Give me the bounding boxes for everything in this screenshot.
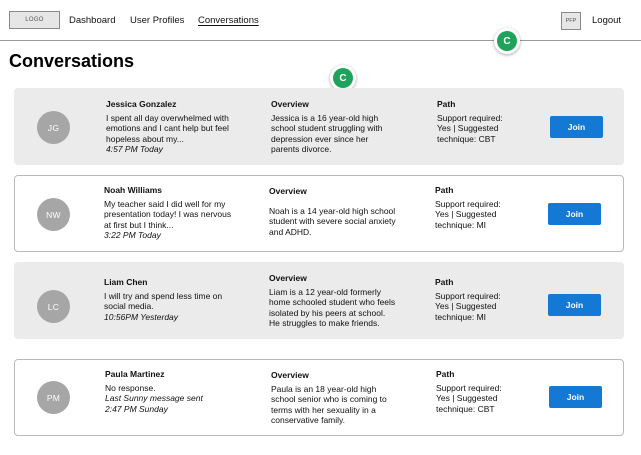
avatar: LC: [37, 290, 70, 323]
profile-picture[interactable]: PFP: [561, 12, 581, 30]
overview-section: Overview Liam is a 12 year-old formerly …: [269, 273, 397, 329]
conversation-card[interactable]: PM Paula Martinez No response. Last Sunn…: [14, 359, 624, 436]
collaborator-cursor: C: [494, 28, 520, 54]
logo[interactable]: LOGO: [9, 11, 60, 29]
message-preview: Liam Chen I will try and spend less time…: [104, 277, 239, 322]
conversation-card[interactable]: LC Liam Chen I will try and spend less t…: [14, 262, 624, 339]
overview-heading: Overview: [271, 370, 309, 380]
path-heading: Path: [435, 185, 454, 195]
message-preview: Jessica Gonzalez I spent all day overwhe…: [106, 99, 241, 155]
path-heading: Path: [437, 99, 456, 109]
overview-text: Noah is a 14 year-old high school studen…: [269, 205, 396, 237]
collaborator-avatar: C: [497, 31, 517, 51]
join-button[interactable]: Join: [548, 294, 601, 316]
message-preview: Noah Williams My teacher said I did well…: [104, 185, 239, 241]
logout-link[interactable]: Logout: [592, 15, 621, 26]
join-button[interactable]: Join: [550, 116, 603, 138]
nav-conversations[interactable]: Conversations: [198, 15, 259, 26]
path-text: Support required: Yes | Suggested techni…: [435, 290, 501, 322]
collaborator-avatar: C: [333, 68, 353, 88]
avatar: PM: [37, 381, 70, 414]
nav-user-profiles[interactable]: User Profiles: [130, 15, 184, 26]
path-section: Path Support required: Yes | Suggested t…: [437, 99, 517, 144]
message-time: 3:22 PM Today: [104, 230, 161, 240]
path-heading: Path: [436, 369, 455, 379]
top-nav-bar: LOGO Dashboard User Profiles Conversatio…: [0, 0, 641, 41]
nav-dashboard[interactable]: Dashboard: [69, 15, 115, 26]
path-section: Path Support required: Yes | Suggested t…: [435, 185, 515, 230]
overview-heading: Overview: [269, 186, 307, 196]
last-message: I will try and spend less time on social…: [104, 290, 223, 312]
message-time: Last Sunny message sent 2:47 PM Sunday: [105, 393, 203, 414]
overview-text: Paula is an 18 year-old high school seni…: [271, 383, 387, 426]
join-button[interactable]: Join: [548, 203, 601, 225]
message-preview: Paula Martinez No response. Last Sunny m…: [105, 369, 240, 414]
overview-heading: Overview: [269, 273, 307, 283]
page-title: Conversations: [9, 51, 135, 71]
contact-name: Paula Martinez: [105, 369, 165, 379]
conversation-card[interactable]: JG Jessica Gonzalez I spent all day over…: [14, 88, 624, 165]
conversation-card[interactable]: NW Noah Williams My teacher said I did w…: [14, 175, 624, 252]
path-section: Path Support required: Yes | Suggested t…: [436, 369, 516, 414]
overview-text: Liam is a 12 year-old formerly home scho…: [269, 286, 396, 329]
overview-section: Overview Paula is an 18 year-old high sc…: [271, 370, 399, 426]
path-text: Support required: Yes | Suggested techni…: [435, 198, 501, 230]
overview-heading: Overview: [271, 99, 309, 109]
message-time: 10:56PM Yesterday: [104, 311, 179, 322]
contact-name: Jessica Gonzalez: [106, 99, 177, 109]
last-message: I spent all day overwhelmed with emotion…: [106, 112, 229, 144]
contact-name: Liam Chen: [104, 277, 148, 287]
contact-name: Noah Williams: [104, 185, 163, 195]
path-text: Support required: Yes | Suggested techni…: [437, 112, 503, 144]
message-time: 4:57 PM Today: [106, 144, 163, 154]
overview-text: Jessica is a 16 year-old high school stu…: [271, 112, 383, 155]
avatar: NW: [37, 198, 70, 231]
overview-section: Overview Jessica is a 16 year-old high s…: [271, 99, 399, 155]
path-heading: Path: [435, 277, 454, 287]
overview-section: Overview Noah is a 14 year-old high scho…: [269, 186, 397, 237]
avatar: JG: [37, 111, 70, 144]
last-message: No response.: [105, 382, 156, 393]
join-button[interactable]: Join: [549, 386, 602, 408]
last-message: My teacher said I did well for my presen…: [104, 198, 232, 230]
path-text: Support required: Yes | Suggested techni…: [436, 382, 502, 414]
path-section: Path Support required: Yes | Suggested t…: [435, 277, 515, 322]
